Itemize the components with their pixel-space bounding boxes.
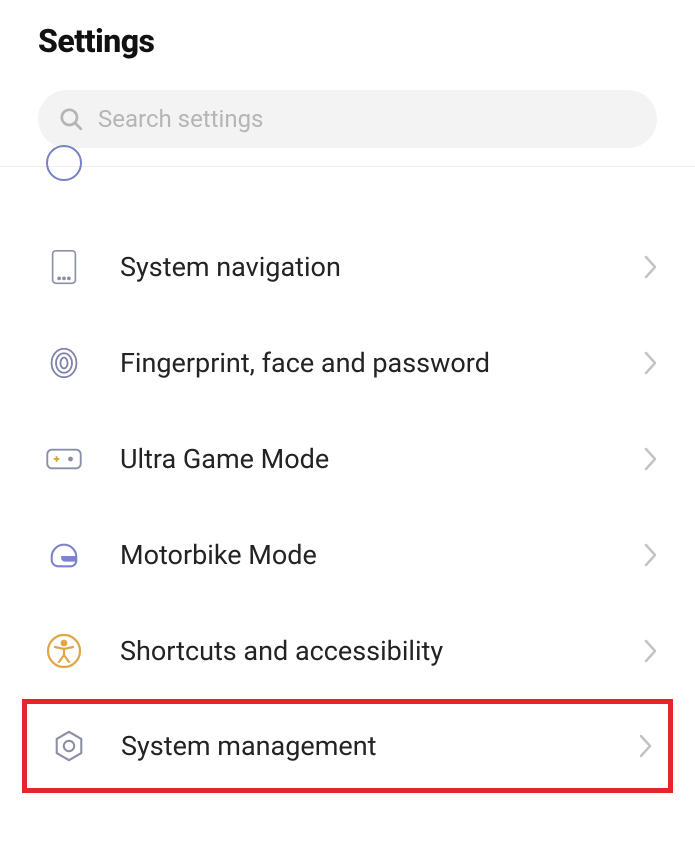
chevron-right-icon bbox=[643, 253, 659, 281]
row-label: System management bbox=[121, 730, 638, 762]
search-placeholder: Search settings bbox=[98, 105, 263, 133]
row-label: Ultra Game Mode bbox=[120, 443, 643, 475]
row-label: System navigation bbox=[120, 251, 643, 283]
chevron-right-icon bbox=[643, 349, 659, 377]
page-title: Settings bbox=[38, 22, 657, 60]
row-system-navigation[interactable]: System navigation bbox=[0, 219, 695, 315]
row-ultra-game-mode[interactable]: Ultra Game Mode bbox=[0, 411, 695, 507]
chevron-right-icon bbox=[643, 637, 659, 665]
row-label: Fingerprint, face and password bbox=[120, 347, 643, 379]
row-label: Shortcuts and accessibility bbox=[120, 635, 643, 667]
gear-hexagon-icon bbox=[49, 726, 89, 766]
fingerprint-icon bbox=[44, 343, 84, 383]
gamepad-icon bbox=[44, 439, 84, 479]
chevron-right-icon bbox=[643, 445, 659, 473]
phone-navigation-icon bbox=[44, 247, 84, 287]
row-shortcuts-accessibility[interactable]: Shortcuts and accessibility bbox=[0, 603, 695, 699]
row-fingerprint[interactable]: Fingerprint, face and password bbox=[0, 315, 695, 411]
header: Settings bbox=[0, 0, 695, 70]
row-label: Motorbike Mode bbox=[120, 539, 643, 571]
chevron-right-icon bbox=[643, 541, 659, 569]
accessibility-icon bbox=[44, 631, 84, 671]
row-system-management[interactable]: System management bbox=[22, 699, 673, 793]
helmet-icon bbox=[44, 535, 84, 575]
search-icon bbox=[58, 106, 84, 132]
row-motorbike-mode[interactable]: Motorbike Mode bbox=[0, 507, 695, 603]
search-container: Search settings bbox=[0, 70, 695, 167]
bottom-space bbox=[0, 793, 695, 823]
partial-icon bbox=[46, 145, 82, 181]
search-input[interactable]: Search settings bbox=[38, 90, 657, 148]
partial-row-top bbox=[0, 167, 695, 191]
settings-list: System navigation Fingerprint, face and … bbox=[0, 167, 695, 823]
chevron-right-icon bbox=[638, 732, 654, 760]
